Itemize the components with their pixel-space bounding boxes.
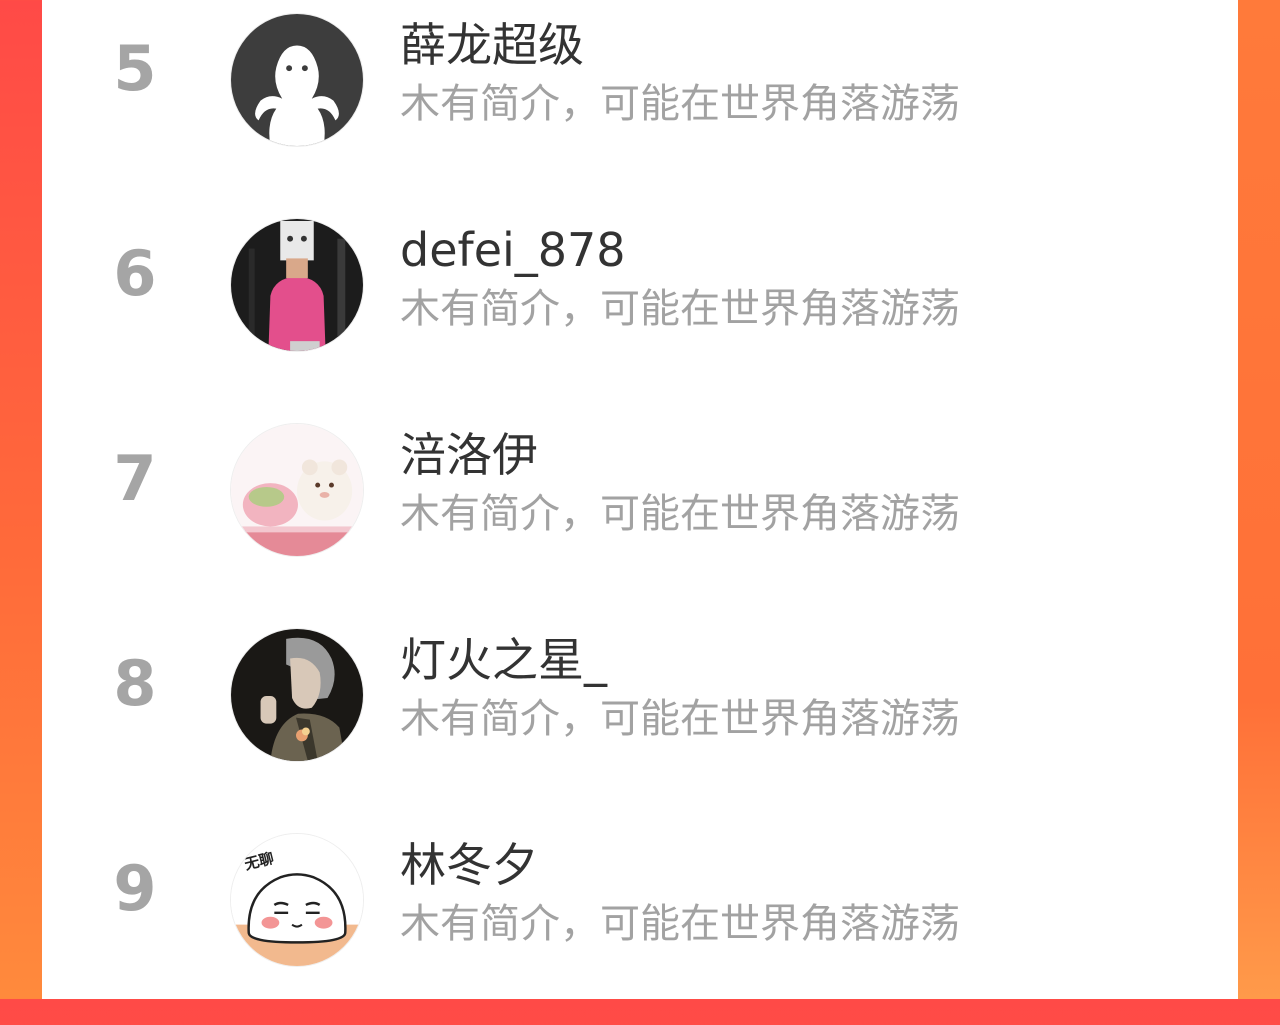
rank-number: 8	[113, 647, 157, 720]
list-item[interactable]: 9 无聊 林冬夕 木有简介，可能在世界角落游荡	[42, 820, 1238, 1025]
avatar[interactable]	[230, 13, 364, 147]
rank-number: 7	[113, 442, 157, 515]
avatar[interactable]	[230, 218, 364, 352]
avatar[interactable]: 无聊	[230, 833, 364, 967]
user-intro: 木有简介，可能在世界角落游荡	[400, 81, 960, 127]
ranking-list-panel: 5 薛龙超级 木有简介，可能在世界角落游荡 6 defei_878 木有简介，可…	[42, 0, 1238, 999]
pink-shirt-photo-avatar	[231, 219, 363, 351]
rank-number: 5	[113, 32, 157, 105]
ghost-avatar-icon	[231, 14, 363, 146]
user-intro: 木有简介，可能在世界角落游荡	[400, 491, 960, 537]
rank-number: 6	[113, 237, 157, 310]
user-intro: 木有简介，可能在世界角落游荡	[400, 901, 960, 947]
rank-number: 9	[113, 852, 157, 925]
list-item[interactable]: 8 灯火之星_ 木有简介，可能在世界角落游荡	[42, 615, 1238, 820]
list-item[interactable]: 5 薛龙超级 木有简介，可能在世界角落游荡	[42, 0, 1238, 205]
user-name[interactable]: 灯火之星_	[400, 635, 607, 686]
blushing-face-avatar: 无聊	[231, 834, 363, 966]
anime-man-photo-avatar	[231, 629, 363, 761]
user-intro: 木有简介，可能在世界角落游荡	[400, 696, 960, 742]
list-item[interactable]: 6 defei_878 木有简介，可能在世界角落游荡	[42, 205, 1238, 410]
user-name[interactable]: 薛龙超级	[400, 20, 584, 71]
user-name[interactable]: defei_878	[400, 225, 626, 276]
right-background-edge	[1238, 0, 1280, 999]
list-item[interactable]: 7 涪洛伊 木有简介，可能在世界角落游荡	[42, 410, 1238, 615]
user-name[interactable]: 林冬夕	[400, 840, 538, 891]
avatar[interactable]	[230, 628, 364, 762]
user-name[interactable]: 涪洛伊	[400, 430, 538, 481]
plush-toys-photo-avatar	[231, 424, 363, 556]
avatar[interactable]	[230, 423, 364, 557]
user-intro: 木有简介，可能在世界角落游荡	[400, 286, 960, 332]
